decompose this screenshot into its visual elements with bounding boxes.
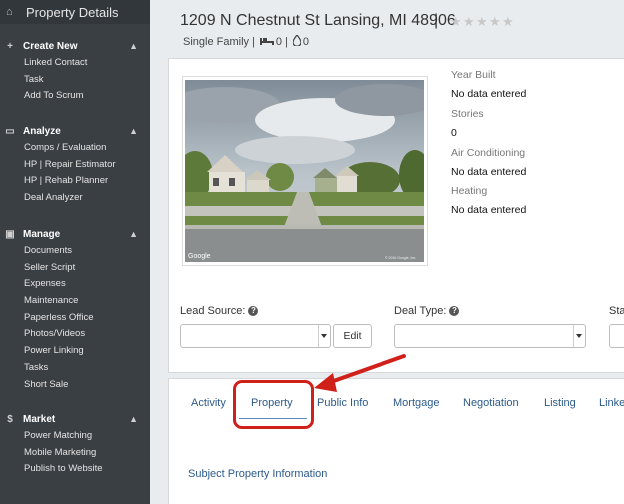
- sidebar-section-market: $ Market ▲ Power Matching Mobile Marketing Pu…: [0, 410, 150, 478]
- star-icon[interactable]: ★: [476, 14, 489, 30]
- chevron-up-icon[interactable]: ▲: [129, 229, 138, 239]
- tab-public-info[interactable]: Public Info: [317, 397, 368, 409]
- detail-label: Year Built: [451, 69, 496, 81]
- sidebar-item[interactable]: Short Sale: [0, 377, 150, 394]
- tab-mortgage[interactable]: Mortgage: [393, 397, 439, 409]
- lead-source-label: Lead Source:?: [180, 305, 259, 317]
- edit-lead-source-button[interactable]: Edit: [333, 324, 372, 348]
- sidebar-section-create-new: + Create New ▲ Linked Contact Task Add To Scr…: [0, 37, 150, 105]
- tab-linke[interactable]: Linke: [599, 397, 624, 409]
- star-icon[interactable]: ★: [502, 14, 515, 30]
- detail-value: 0: [451, 127, 457, 139]
- bath-drop-icon: [292, 33, 302, 49]
- baths-count: 0: [302, 36, 309, 48]
- sidebar-item[interactable]: Paperless Office: [0, 310, 150, 327]
- sidebar-item[interactable]: Maintenance: [0, 293, 150, 310]
- help-icon[interactable]: ?: [248, 306, 259, 316]
- sidebar-item[interactable]: Documents: [0, 243, 150, 260]
- sidebar-item[interactable]: Linked Contact: [0, 55, 150, 72]
- beds-count: 0: [275, 36, 283, 48]
- sidebar-section-analyze: ▭ Analyze ▲ Comps / Evaluation HP | Repair E…: [0, 122, 150, 207]
- sidebar-item[interactable]: Power Matching: [0, 428, 150, 445]
- sidebar-item[interactable]: Mobile Marketing: [0, 445, 150, 462]
- sidebar-item[interactable]: Tasks: [0, 360, 150, 377]
- caret-down-icon: [321, 334, 327, 338]
- caret-down-icon: [576, 334, 582, 338]
- detail-label: Air Conditioning: [451, 147, 526, 159]
- sidebar-header: ⌂ Property Details: [0, 0, 150, 24]
- lead-source-select[interactable]: [180, 324, 331, 348]
- detail-label: Stories: [451, 108, 484, 120]
- detail-value: No data entered: [451, 166, 527, 178]
- sidebar-item[interactable]: HP | Rehab Planner: [0, 173, 150, 190]
- tab-negotiation[interactable]: Negotiation: [463, 397, 519, 409]
- section-label: Analyze: [23, 125, 61, 137]
- sidebar-section-header-manage[interactable]: ▣ Manage ▲: [0, 225, 150, 243]
- deal-type-select[interactable]: [394, 324, 586, 348]
- chevron-up-icon[interactable]: ▲: [129, 414, 138, 424]
- property-address: 1209 N Chestnut St Lansing, MI 48906: [180, 12, 456, 29]
- sidebar-section-header-analyze[interactable]: ▭ Analyze ▲: [0, 122, 150, 140]
- bed-icon: [259, 36, 274, 48]
- detail-label: Heating: [451, 185, 488, 197]
- sidebar-item[interactable]: Seller Script: [0, 260, 150, 277]
- plus-icon: +: [7, 40, 13, 52]
- detail-value: No data entered: [451, 88, 527, 100]
- detail-value: No data entered: [451, 204, 527, 216]
- section-label: Market: [23, 413, 56, 425]
- sidebar-section-header-market[interactable]: $ Market ▲: [0, 410, 150, 428]
- status-select[interactable]: [609, 324, 624, 348]
- laptop-icon: ▭: [5, 125, 15, 137]
- briefcase-icon: ▣: [5, 228, 15, 240]
- sidebar-item[interactable]: HP | Repair Estimator: [0, 157, 150, 174]
- sidebar-item[interactable]: Power Linking: [0, 343, 150, 360]
- property-type: Single Family: [183, 36, 250, 48]
- tab-listing[interactable]: Listing: [544, 397, 576, 409]
- tab-activity[interactable]: Activity: [191, 397, 226, 409]
- annotation-highlight-box: [233, 380, 314, 429]
- section-label: Create New: [23, 40, 78, 52]
- star-icon[interactable]: ★: [489, 14, 502, 30]
- sidebar-item[interactable]: Photos/Videos: [0, 326, 150, 343]
- property-photo[interactable]: Google © 2016 Google, Inc.: [185, 80, 424, 262]
- sidebar-title: Property Details: [26, 4, 119, 20]
- sidebar-item[interactable]: Deal Analyzer: [0, 190, 150, 207]
- dollar-icon: $: [7, 413, 13, 425]
- sidebar-item[interactable]: Task: [0, 72, 150, 89]
- sidebar-item[interactable]: Add To Scrum: [0, 88, 150, 105]
- photo-watermark: Google: [188, 253, 211, 260]
- sidebar-item[interactable]: Expenses: [0, 276, 150, 293]
- star-rating[interactable]: ★ ★ ★ ★ ★: [450, 14, 515, 30]
- status-label: Sta: [609, 305, 624, 317]
- sidebar-item[interactable]: Comps / Evaluation: [0, 140, 150, 157]
- chevron-up-icon[interactable]: ▲: [129, 126, 138, 136]
- help-icon[interactable]: ?: [449, 306, 460, 316]
- home-icon: ⌂: [6, 6, 13, 18]
- property-meta: Single Family | 0 | 0: [183, 33, 309, 49]
- sidebar: ⌂ Property Details + Create New ▲ Linked Co…: [0, 0, 150, 504]
- star-icon[interactable]: ★: [463, 14, 476, 30]
- deal-type-label: Deal Type:?: [394, 305, 460, 317]
- star-icon[interactable]: ★: [450, 14, 463, 30]
- section-label: Manage: [23, 228, 61, 240]
- chevron-up-icon[interactable]: ▲: [129, 41, 138, 51]
- subject-property-information-link[interactable]: Subject Property Information: [188, 468, 327, 480]
- sidebar-section-header-create-new[interactable]: + Create New ▲: [0, 37, 150, 55]
- sidebar-item[interactable]: Publish to Website: [0, 461, 150, 478]
- sidebar-section-manage: ▣ Manage ▲ Documents Seller Script Expenses Ma…: [0, 225, 150, 393]
- photo-copyright: © 2016 Google, Inc.: [385, 256, 416, 260]
- header-separator: |: [434, 12, 439, 29]
